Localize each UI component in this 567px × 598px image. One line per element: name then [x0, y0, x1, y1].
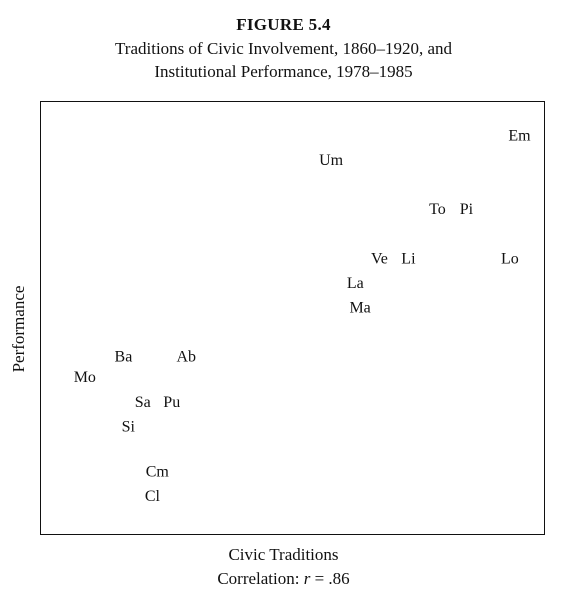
- chart-title-line-1: Traditions of Civic Involvement, 1860–19…: [115, 39, 452, 58]
- point-label-la: La: [347, 275, 364, 292]
- plot-area: Em Um To Pi Ve Li Lo La Ma Ba Ab Mo Sa Pu Si Cm Cl: [40, 101, 545, 535]
- point-label-cl: Cl: [145, 488, 161, 505]
- correlation-prefix: Correlation:: [217, 569, 304, 588]
- point-label-ba: Ba: [115, 349, 133, 366]
- point-label-ab: Ab: [176, 349, 196, 366]
- correlation-annotation: Correlation: r = .86: [0, 569, 567, 589]
- x-axis-label: Civic Traditions: [228, 545, 339, 564]
- point-label-em: Em: [508, 127, 531, 144]
- point-label-sa: Sa: [135, 394, 151, 411]
- scatter-plot: Em Um To Pi Ve Li Lo La Ma Ba Ab Mo Sa Pu Si Cm Cl: [74, 127, 531, 505]
- correlation-suffix: = .86: [310, 569, 350, 588]
- point-label-mo: Mo: [74, 369, 96, 386]
- point-label-ma: Ma: [349, 299, 370, 316]
- point-label-pu: Pu: [163, 394, 180, 411]
- point-label-li: Li: [401, 250, 416, 267]
- y-axis-label: Performance: [9, 285, 28, 373]
- point-label-pi: Pi: [460, 201, 474, 218]
- point-label-lo: Lo: [501, 250, 519, 267]
- point-label-to: To: [429, 201, 446, 218]
- point-label-cm: Cm: [146, 463, 170, 480]
- figure-number: FIGURE 5.4: [236, 15, 331, 34]
- point-label-ve: Ve: [371, 250, 388, 267]
- point-label-si: Si: [122, 418, 136, 435]
- chart-title-line-2: Institutional Performance, 1978–1985: [154, 62, 413, 81]
- point-label-um: Um: [319, 152, 344, 169]
